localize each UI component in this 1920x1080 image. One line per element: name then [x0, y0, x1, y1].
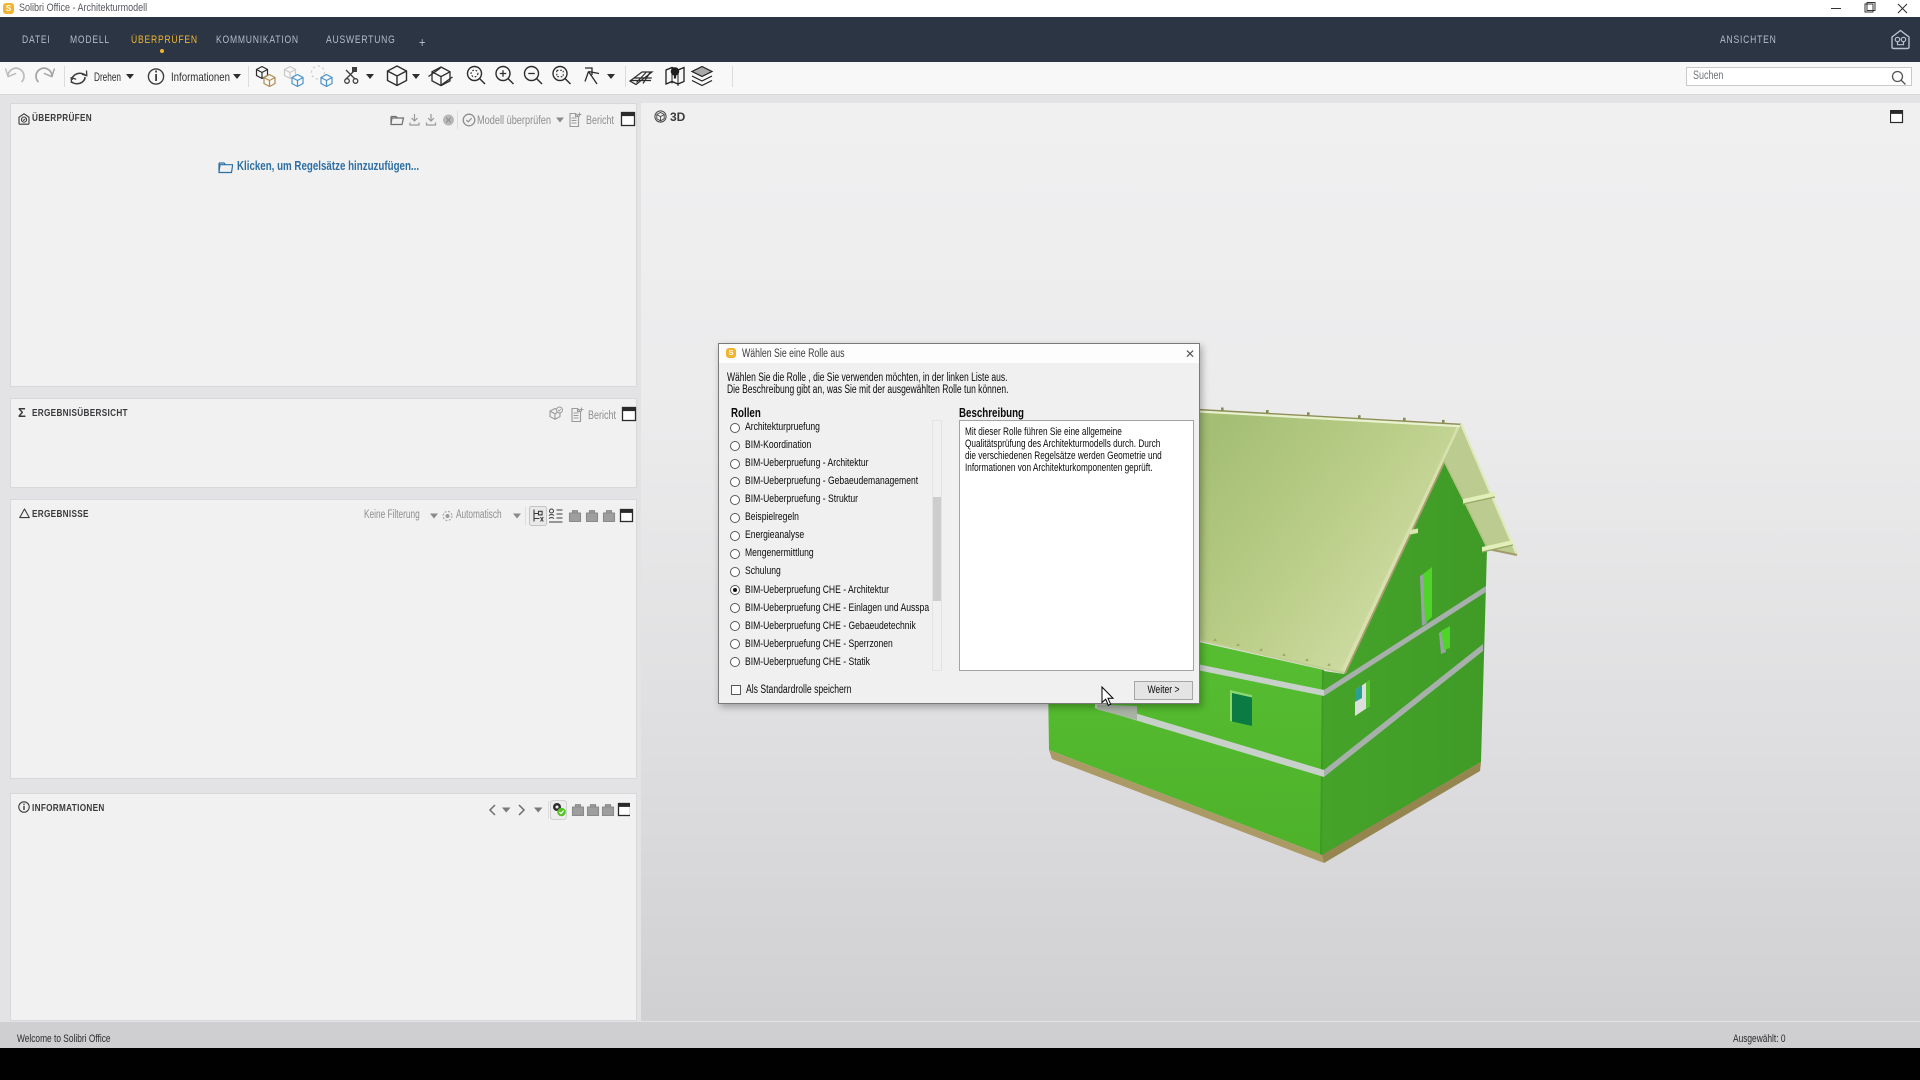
- svg-text:Informationen: Informationen: [171, 70, 230, 84]
- svg-text:Bericht: Bericht: [588, 410, 617, 422]
- svg-text:Bericht: Bericht: [586, 115, 615, 127]
- svg-text:Modell überprüfen: Modell überprüfen: [477, 115, 551, 127]
- svg-text:Drehen: Drehen: [94, 70, 121, 84]
